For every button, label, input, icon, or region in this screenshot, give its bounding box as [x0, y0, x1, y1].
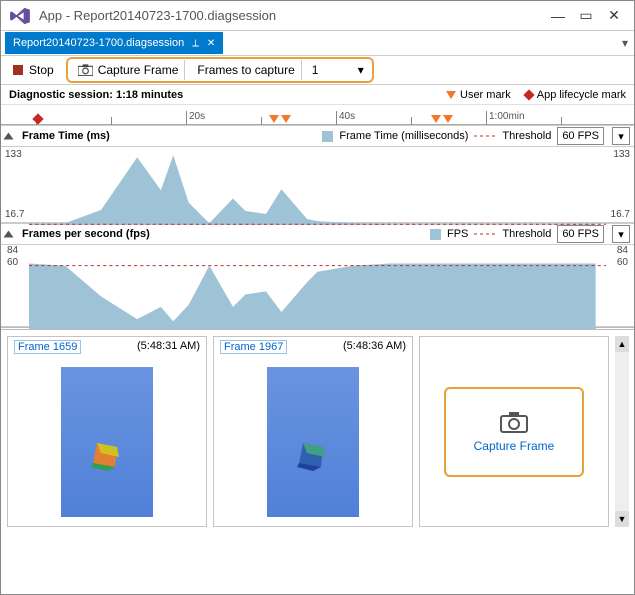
collapse-icon[interactable]: [4, 231, 14, 238]
timeline-ruler[interactable]: 20s 40s 1:00min: [1, 105, 634, 125]
user-mark: [269, 115, 279, 123]
frame-link[interactable]: Frame 1659: [14, 340, 81, 354]
frame-timestamp: (5:48:36 AM): [343, 340, 406, 354]
threshold-label: Threshold: [502, 130, 551, 142]
frames-count-value: 1: [312, 63, 319, 77]
legend-swatch: [430, 229, 441, 240]
fps-threshold-select[interactable]: 60 FPS: [557, 127, 604, 145]
capture-frame-tile[interactable]: Capture Frame: [419, 336, 609, 527]
frame-time-title: Frame Time (ms): [22, 130, 316, 142]
user-mark-icon: [446, 91, 456, 99]
session-duration: 1:18 minutes: [116, 89, 183, 101]
threshold-swatch: [474, 133, 496, 139]
diagnostics-toolbar: Stop Capture Frame Frames to capture 1 ▾: [1, 55, 634, 85]
capture-frame-highlight: Capture Frame: [444, 387, 584, 477]
user-mark: [281, 115, 291, 123]
frame-time-legend: Frame Time (milliseconds): [339, 130, 468, 142]
frame-timestamp: (5:48:31 AM): [137, 340, 200, 354]
frame-time-chart[interactable]: 133 16.7 133 16.7: [1, 147, 634, 223]
fps-legend: FPS: [447, 228, 468, 240]
frames-scrollbar[interactable]: ▲ ▼: [615, 336, 629, 527]
fps-plot: [29, 245, 606, 329]
close-button[interactable]: ✕: [602, 6, 626, 26]
cube-icon: [89, 439, 123, 473]
window-title: App - Report20140723-1700.diagsession: [39, 8, 542, 23]
capture-frame-label: Capture Frame: [98, 63, 179, 77]
fps-title: Frames per second (fps): [22, 228, 424, 240]
frame-time-plot: [29, 147, 606, 225]
user-mark-legend: User mark: [446, 89, 511, 101]
captured-frames-strip: Frame 1659 (5:48:31 AM) Frame 1967 (5:48…: [1, 327, 634, 533]
visual-studio-logo-icon: [9, 7, 31, 25]
threshold-label: Threshold: [502, 228, 551, 240]
stop-label: Stop: [29, 63, 54, 77]
frame-thumbnail: [8, 357, 206, 526]
camera-icon: [78, 64, 93, 76]
document-tabstrip: Report20140723-1700.diagsession ⟂ ✕ ▾: [1, 31, 634, 55]
fps-chart-header: Frames per second (fps) FPS Threshold 60…: [1, 223, 634, 245]
fps-threshold-select[interactable]: 60 FPS: [557, 225, 604, 243]
legend-swatch: [322, 131, 333, 142]
tab-close-icon[interactable]: ✕: [207, 38, 215, 49]
frames-to-capture-select[interactable]: 1 ▾: [308, 63, 368, 77]
session-label: Diagnostic session:: [9, 89, 113, 101]
titlebar: App - Report20140723-1700.diagsession — …: [1, 1, 634, 31]
capture-group-highlight: Capture Frame Frames to capture 1 ▾: [66, 57, 374, 83]
cube-icon: [295, 439, 329, 473]
camera-icon: [500, 411, 528, 433]
minimize-button[interactable]: —: [546, 6, 570, 26]
capture-frame-tile-label: Capture Frame: [474, 439, 555, 453]
chevron-down-icon[interactable]: ▾: [612, 225, 630, 243]
frame-thumbnail: [214, 357, 412, 526]
captured-frame-card[interactable]: Frame 1967 (5:48:36 AM): [213, 336, 413, 527]
chevron-down-icon: ▾: [358, 63, 364, 77]
collapse-icon[interactable]: [4, 133, 14, 140]
tab-overflow-menu[interactable]: ▾: [616, 36, 634, 50]
frame-link[interactable]: Frame 1967: [220, 340, 287, 354]
capture-frame-button[interactable]: Capture Frame: [72, 60, 186, 80]
captured-frame-card[interactable]: Frame 1659 (5:48:31 AM): [7, 336, 207, 527]
lifecycle-mark: [34, 115, 42, 123]
user-mark: [431, 115, 441, 123]
session-header: Diagnostic session: 1:18 minutes User ma…: [1, 85, 634, 105]
scroll-down-icon[interactable]: ▼: [615, 511, 629, 527]
frames-to-capture-label: Frames to capture: [191, 60, 301, 80]
tab-label: Report20140723-1700.diagsession: [13, 37, 184, 49]
lifecycle-mark-legend: App lifecycle mark: [525, 89, 626, 101]
lifecycle-mark-icon: [523, 89, 534, 100]
document-tab[interactable]: Report20140723-1700.diagsession ⟂ ✕: [5, 32, 223, 54]
scroll-up-icon[interactable]: ▲: [615, 336, 629, 352]
threshold-swatch: [474, 231, 496, 237]
fps-chart[interactable]: 84 60 84 60: [1, 245, 634, 327]
frame-time-chart-header: Frame Time (ms) Frame Time (milliseconds…: [1, 125, 634, 147]
stop-icon: [13, 65, 23, 75]
user-mark: [443, 115, 453, 123]
pin-icon[interactable]: ⟂: [192, 38, 199, 49]
stop-button[interactable]: Stop: [7, 59, 60, 81]
chevron-down-icon[interactable]: ▾: [612, 127, 630, 145]
maximize-button[interactable]: ▭: [574, 6, 598, 26]
